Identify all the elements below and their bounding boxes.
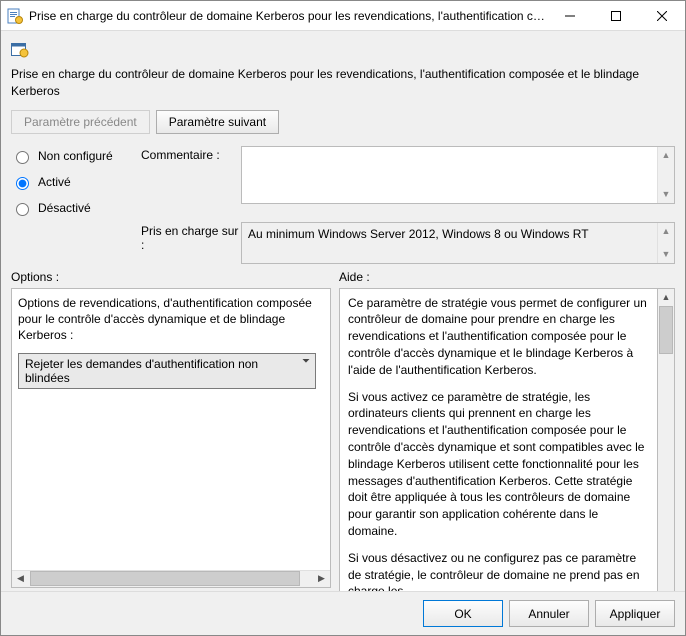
- cancel-button[interactable]: Annuler: [509, 600, 589, 627]
- radio-disabled[interactable]: Désactivé: [11, 200, 141, 216]
- radio-not-configured-input[interactable]: [16, 151, 29, 164]
- options-hscrollbar[interactable]: ◀ ▶: [12, 570, 330, 587]
- help-p2: Si vous activez ce paramètre de stratégi…: [348, 389, 649, 540]
- radio-enabled-input[interactable]: [16, 177, 29, 190]
- supported-field: Au minimum Windows Server 2012, Windows …: [241, 222, 675, 264]
- policy-title: Prise en charge du contrôleur de domaine…: [11, 66, 675, 100]
- supported-label: Pris en charge sur :: [141, 222, 241, 252]
- policy-file-icon: [7, 8, 23, 24]
- ok-button[interactable]: OK: [423, 600, 503, 627]
- radio-enabled[interactable]: Activé: [11, 174, 141, 190]
- supported-value: Au minimum Windows Server 2012, Windows …: [248, 227, 589, 241]
- options-heading: Options de revendications, d'authentific…: [18, 295, 324, 344]
- comment-label: Commentaire :: [141, 146, 241, 162]
- window-title: Prise en charge du contrôleur de domaine…: [29, 9, 547, 23]
- options-dropdown[interactable]: Rejeter les demandes d'authentification …: [18, 353, 316, 389]
- comment-scrollbar[interactable]: ▲ ▼: [657, 147, 674, 203]
- scroll-down-icon[interactable]: ▼: [658, 186, 674, 203]
- scroll-down-icon: ▼: [658, 246, 674, 263]
- next-setting-button[interactable]: Paramètre suivant: [156, 110, 279, 134]
- scroll-up-icon[interactable]: ▲: [658, 289, 674, 306]
- radio-disabled-label: Désactivé: [38, 201, 91, 215]
- radio-not-configured[interactable]: Non configuré: [11, 148, 141, 164]
- options-dropdown-value: Rejeter les demandes d'authentification …: [25, 357, 258, 385]
- options-label: Options :: [11, 270, 331, 284]
- apply-button[interactable]: Appliquer: [595, 600, 675, 627]
- scroll-right-icon[interactable]: ▶: [313, 570, 330, 587]
- radio-enabled-label: Activé: [38, 175, 71, 189]
- close-button[interactable]: [639, 1, 685, 31]
- policy-settings-icon: [11, 41, 29, 59]
- help-vscrollbar[interactable]: ▲ ▼: [658, 288, 675, 591]
- help-p3: Si vous désactivez ou ne configurez pas …: [348, 550, 649, 591]
- hscroll-thumb[interactable]: [30, 571, 300, 586]
- vscroll-thumb[interactable]: [659, 306, 673, 354]
- minimize-button[interactable]: [547, 1, 593, 31]
- maximize-button[interactable]: [593, 1, 639, 31]
- help-p1: Ce paramètre de stratégie vous permet de…: [348, 295, 649, 379]
- scroll-up-icon[interactable]: ▲: [658, 147, 674, 164]
- comment-field[interactable]: ▲ ▼: [241, 146, 675, 204]
- prev-setting-button: Paramètre précédent: [11, 110, 150, 134]
- help-pane[interactable]: Ce paramètre de stratégie vous permet de…: [339, 288, 658, 591]
- help-label: Aide :: [339, 270, 675, 284]
- titlebar: Prise en charge du contrôleur de domaine…: [1, 1, 685, 31]
- dialog-footer: OK Annuler Appliquer: [1, 591, 685, 635]
- scroll-up-icon: ▲: [658, 223, 674, 240]
- options-pane: Options de revendications, d'authentific…: [11, 288, 331, 588]
- radio-disabled-input[interactable]: [16, 203, 29, 216]
- scroll-left-icon[interactable]: ◀: [12, 570, 29, 587]
- supported-scrollbar: ▲ ▼: [657, 223, 674, 263]
- radio-not-configured-label: Non configuré: [38, 149, 113, 163]
